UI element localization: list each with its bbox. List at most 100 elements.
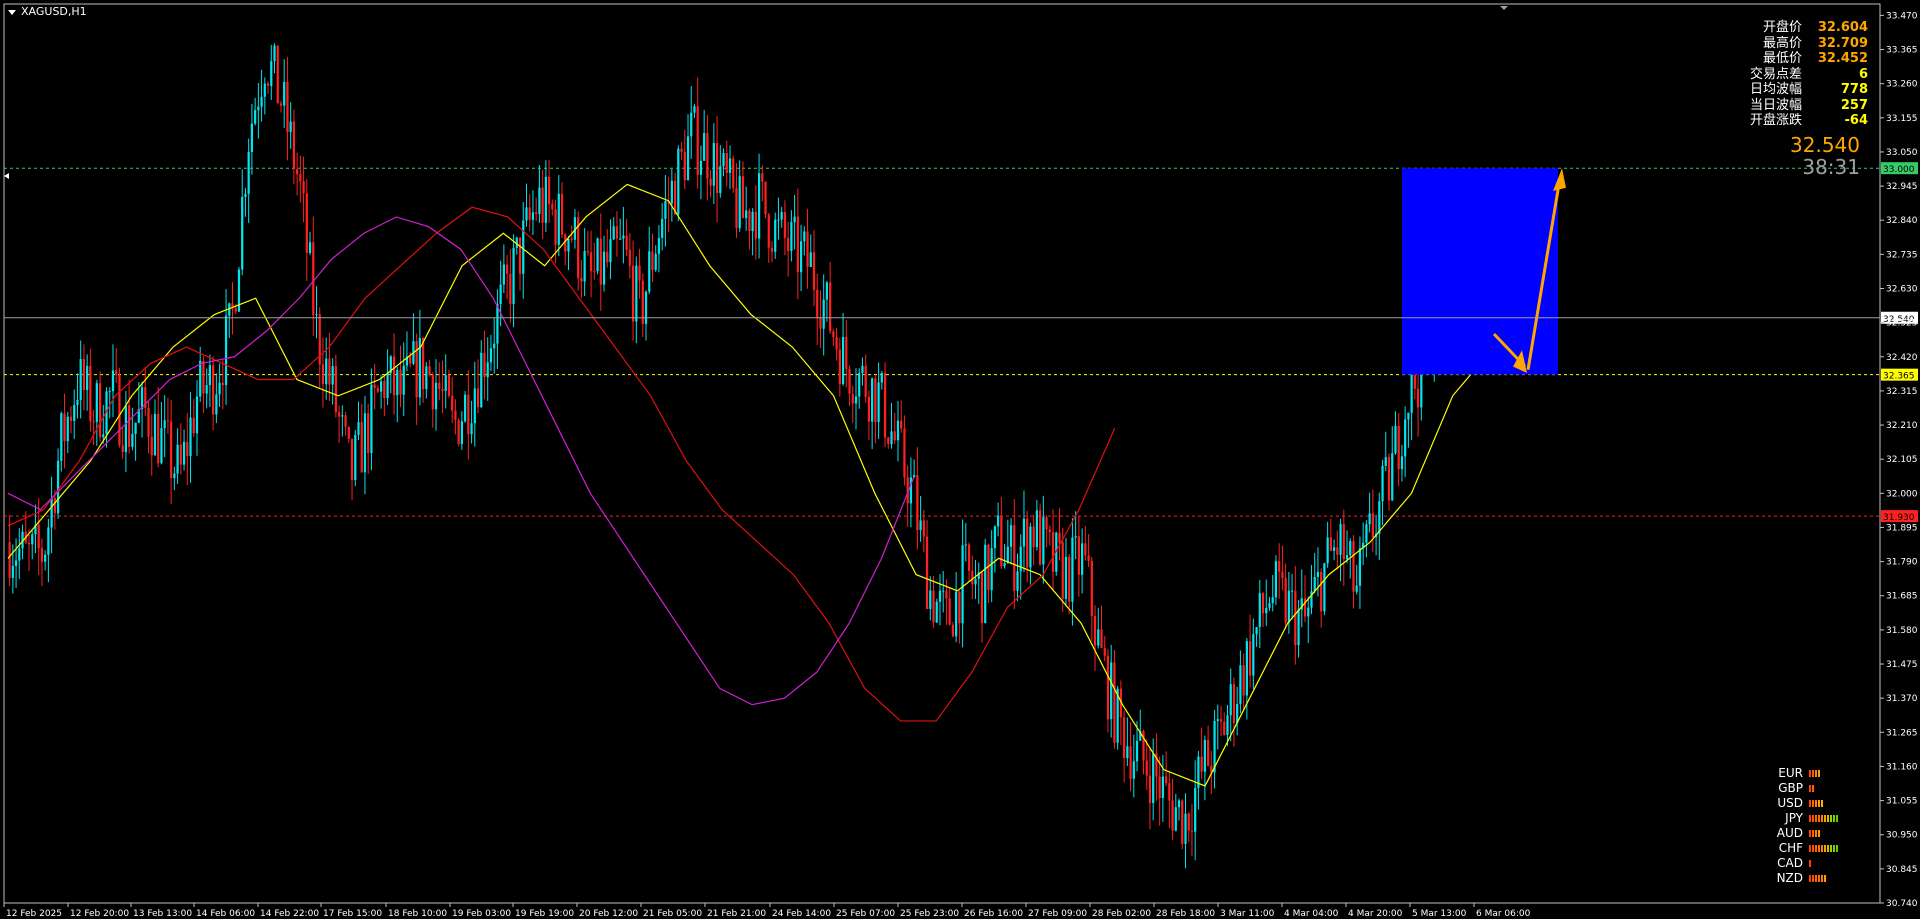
level-start-marker-icon — [4, 173, 9, 179]
y-tick-label: 33.470 — [1886, 11, 1918, 21]
candle-body — [754, 211, 757, 239]
strength-bar — [1812, 815, 1814, 822]
candle-body — [557, 193, 560, 245]
candle-body — [334, 366, 338, 413]
candle-body — [489, 348, 493, 363]
stat-row: 交易点差 6 — [1732, 67, 1868, 83]
candle-body — [1355, 585, 1358, 592]
candle-body — [157, 413, 160, 464]
y-tick-label: 31.580 — [1886, 626, 1918, 636]
candle-body — [1077, 536, 1081, 575]
candle-body — [199, 360, 202, 397]
strength-row: JPY — [1775, 811, 1838, 826]
price-chart[interactable]: 33.000 32.365 31.930 32.540 33.470 33.365 33.2… — [0, 0, 1920, 919]
strength-bars — [1809, 815, 1838, 822]
strength-bar — [1830, 815, 1832, 822]
candle-body — [357, 422, 360, 435]
strength-currency: GBP — [1778, 781, 1803, 795]
candle-body — [832, 331, 835, 338]
candle-body — [347, 426, 350, 439]
strength-bar — [1821, 845, 1823, 852]
candle-body — [1290, 590, 1294, 592]
moving-average-line — [7, 216, 915, 706]
candle-body — [124, 405, 128, 453]
candle-body — [241, 197, 244, 270]
candle-body — [893, 431, 896, 441]
candle-body — [260, 96, 263, 107]
candle-body — [380, 381, 383, 392]
x-tick-label: 26 Feb 16:00 — [964, 909, 1023, 919]
dropdown-triangle-icon[interactable] — [8, 9, 16, 15]
candle-body — [880, 372, 883, 383]
candle-body — [693, 106, 696, 113]
candle-body — [945, 590, 948, 599]
candle-body — [680, 148, 683, 152]
candle-body — [11, 565, 14, 578]
candle-body — [770, 247, 774, 252]
candle-body — [460, 421, 463, 445]
y-tick-label: 32.105 — [1886, 455, 1918, 465]
candle-body — [1013, 525, 1016, 591]
candle-body — [767, 214, 770, 248]
candle-body — [560, 193, 564, 235]
candle-body — [409, 356, 412, 364]
candle-body — [984, 544, 987, 624]
strength-bar — [1833, 815, 1835, 822]
stat-value: -64 — [1844, 113, 1869, 128]
candle-body — [60, 413, 63, 461]
candle-body — [289, 121, 292, 133]
candle-body — [780, 212, 783, 220]
candle-body — [619, 238, 622, 240]
candle-body — [638, 265, 641, 281]
y-tick-label: 31.475 — [1886, 660, 1918, 670]
candle-body — [1297, 609, 1300, 646]
candle-body — [221, 382, 224, 386]
candle-body — [1145, 760, 1148, 776]
candle-body — [98, 383, 102, 438]
candle-body — [1206, 740, 1210, 766]
candle-body — [1223, 721, 1226, 735]
y-tick-label: 31.265 — [1886, 728, 1918, 738]
candle-body — [1187, 813, 1190, 831]
candle-body — [961, 545, 964, 624]
candle-body — [69, 416, 73, 421]
strength-bar — [1836, 845, 1838, 852]
candle-body — [1416, 388, 1420, 408]
candle-body — [622, 235, 625, 239]
candle-body — [1349, 541, 1352, 556]
candle-body — [147, 408, 150, 437]
y-tick-label: 32.210 — [1886, 421, 1918, 431]
candle-body — [615, 226, 619, 239]
candle-body — [392, 356, 396, 396]
strength-row: EUR — [1775, 766, 1838, 781]
price-stats-panel: 开盘价 32.604 最高价 32.709 最低价 32.452 交易点差 6 日均波幅 778 当… — [1732, 20, 1868, 129]
candle-body — [1371, 513, 1374, 538]
candle-body — [651, 251, 654, 270]
candle-body — [1336, 547, 1339, 555]
candle-body — [890, 431, 893, 445]
candle-body — [1177, 800, 1181, 808]
candle-body — [1045, 517, 1048, 530]
candle-body — [454, 410, 457, 420]
candle-body — [635, 265, 638, 322]
candle-body — [593, 271, 596, 273]
candle-body — [205, 385, 208, 394]
y-tick-label: 33.365 — [1886, 46, 1918, 56]
y-tick-label: 30.740 — [1886, 899, 1918, 909]
candle-body — [499, 284, 502, 304]
y-tick-label: 31.895 — [1886, 523, 1918, 533]
candle-body — [195, 396, 199, 434]
strength-currency: EUR — [1778, 766, 1803, 780]
stat-value: 257 — [1840, 97, 1868, 113]
strength-currency: USD — [1777, 796, 1803, 810]
candle-body — [722, 152, 725, 167]
candle-body — [299, 174, 302, 182]
candle-body — [1397, 425, 1400, 470]
current-price-display: 32.540 — [1790, 133, 1860, 157]
candle-body — [1168, 783, 1171, 801]
candle-body — [312, 242, 315, 316]
strength-bar — [1830, 845, 1832, 852]
candle-body — [254, 110, 257, 124]
level-label: 32.365 — [1883, 372, 1915, 382]
candle-body — [916, 475, 919, 531]
